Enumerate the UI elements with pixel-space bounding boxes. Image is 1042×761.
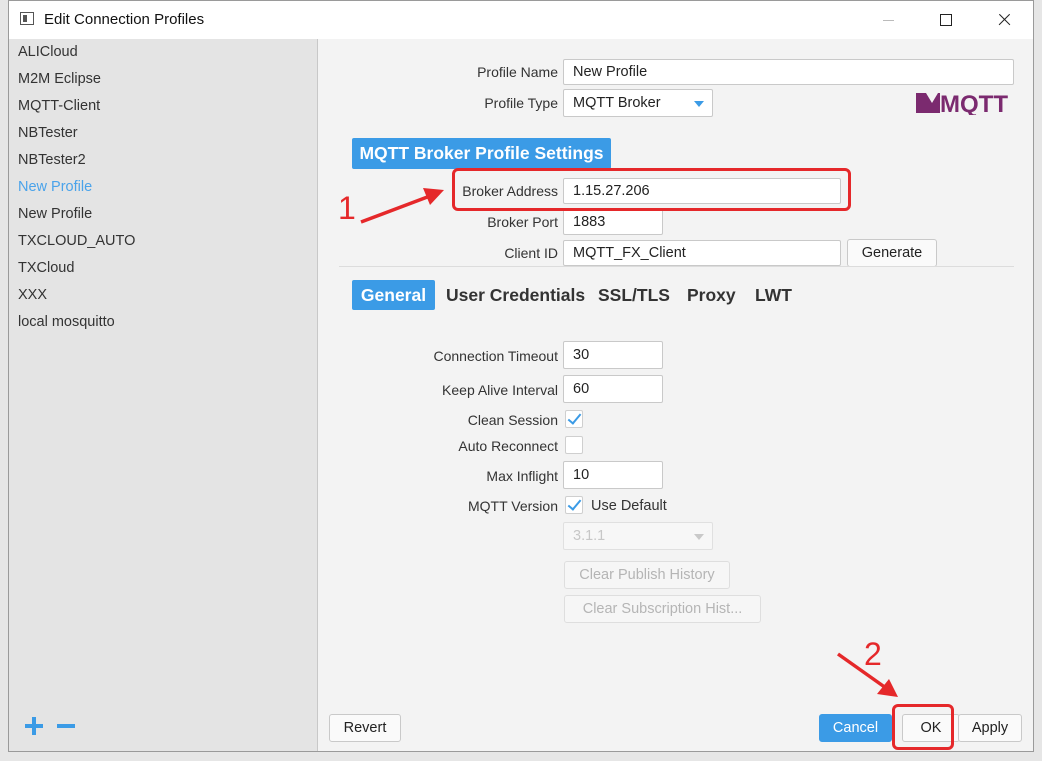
profile-editor: Profile Name New Profile Profile Type MQ… (318, 39, 1033, 751)
annotation-highlight-ok-button (892, 704, 954, 750)
tab-lwt[interactable]: LWT (755, 280, 792, 310)
profile-item[interactable]: local mosquitto (18, 309, 115, 336)
mqtt-logo-text: MQTT (940, 91, 1008, 115)
tab-ssl-tls[interactable]: SSL/TLS (598, 280, 670, 310)
annotation-highlight-broker-address (452, 168, 851, 211)
clear-publish-history-button[interactable]: Clear Publish History (564, 561, 730, 589)
keep-alive-interval-input[interactable]: 60 (563, 375, 663, 403)
profile-item[interactable]: TXCLOUD_AUTO (18, 228, 135, 255)
profile-type-select[interactable]: MQTT Broker (563, 89, 713, 117)
minimize-icon[interactable] (859, 1, 917, 39)
max-inflight-label: Max Inflight (486, 468, 558, 484)
profile-item[interactable]: NBTester (18, 120, 78, 147)
tab-user-credentials[interactable]: User Credentials (446, 280, 585, 310)
mqtt-version-value: 3.1.1 (573, 528, 606, 544)
chevron-down-icon (694, 101, 704, 107)
profile-item[interactable]: MQTT-Client (18, 93, 100, 120)
auto-reconnect-checkbox[interactable] (565, 436, 583, 454)
section-title-mqtt-broker-profile-settings: MQTT Broker Profile Settings (352, 138, 611, 169)
mqtt-version-select[interactable]: 3.1.1 (563, 522, 713, 550)
title-bar: Edit Connection Profiles (9, 1, 1033, 39)
profile-type-value: MQTT Broker (573, 95, 661, 111)
profile-type-label: Profile Type (484, 95, 558, 111)
minus-icon[interactable] (57, 717, 75, 735)
profile-item[interactable]: TXCloud (18, 255, 74, 282)
window-title: Edit Connection Profiles (44, 11, 205, 28)
profile-name-label: Profile Name (477, 64, 558, 80)
client-id-label: Client ID (504, 245, 558, 261)
connection-timeout-label: Connection Timeout (433, 348, 558, 364)
annotation-step-2: 2 (864, 636, 882, 672)
tab-general[interactable]: General (352, 280, 435, 310)
apply-button[interactable]: Apply (958, 714, 1022, 742)
profile-item-selected[interactable]: New Profile (18, 174, 92, 201)
clear-subscription-history-button[interactable]: Clear Subscription Hist... (564, 595, 761, 623)
cancel-button[interactable]: Cancel (819, 714, 892, 742)
connection-timeout-input[interactable]: 30 (563, 341, 663, 369)
annotation-step-1: 1 (338, 190, 356, 226)
auto-reconnect-label: Auto Reconnect (458, 438, 558, 454)
profile-item[interactable]: XXX (18, 282, 47, 309)
client-id-input[interactable]: MQTT_FX_Client (563, 240, 841, 266)
app-window-icon (20, 12, 34, 25)
profile-item[interactable]: M2M Eclipse (18, 66, 101, 93)
use-default-label: Use Default (591, 498, 667, 514)
divider (339, 266, 1014, 267)
mqtt-logo: MQTT (916, 91, 1008, 115)
profile-name-input[interactable]: New Profile (563, 59, 1014, 85)
close-icon[interactable] (975, 1, 1033, 39)
clean-session-label: Clean Session (467, 412, 558, 428)
clean-session-checkbox[interactable] (565, 410, 583, 428)
tab-proxy[interactable]: Proxy (687, 280, 736, 310)
profile-item[interactable]: New Profile (18, 201, 92, 228)
maximize-icon[interactable] (917, 1, 975, 39)
profile-list: ALICloud M2M Eclipse MQTT-Client NBTeste… (9, 39, 318, 751)
chevron-down-icon (694, 534, 704, 540)
profile-item[interactable]: ALICloud (18, 39, 78, 66)
use-default-checkbox[interactable] (565, 496, 583, 514)
max-inflight-input[interactable]: 10 (563, 461, 663, 489)
keep-alive-interval-label: Keep Alive Interval (442, 382, 558, 398)
revert-button[interactable]: Revert (329, 714, 401, 742)
profile-item[interactable]: NBTester2 (18, 147, 86, 174)
generate-button[interactable]: Generate (847, 239, 937, 267)
broker-port-label: Broker Port (487, 214, 558, 230)
mqtt-version-label: MQTT Version (468, 498, 558, 514)
broker-port-input[interactable]: 1883 (563, 209, 663, 235)
plus-icon[interactable] (25, 717, 43, 735)
